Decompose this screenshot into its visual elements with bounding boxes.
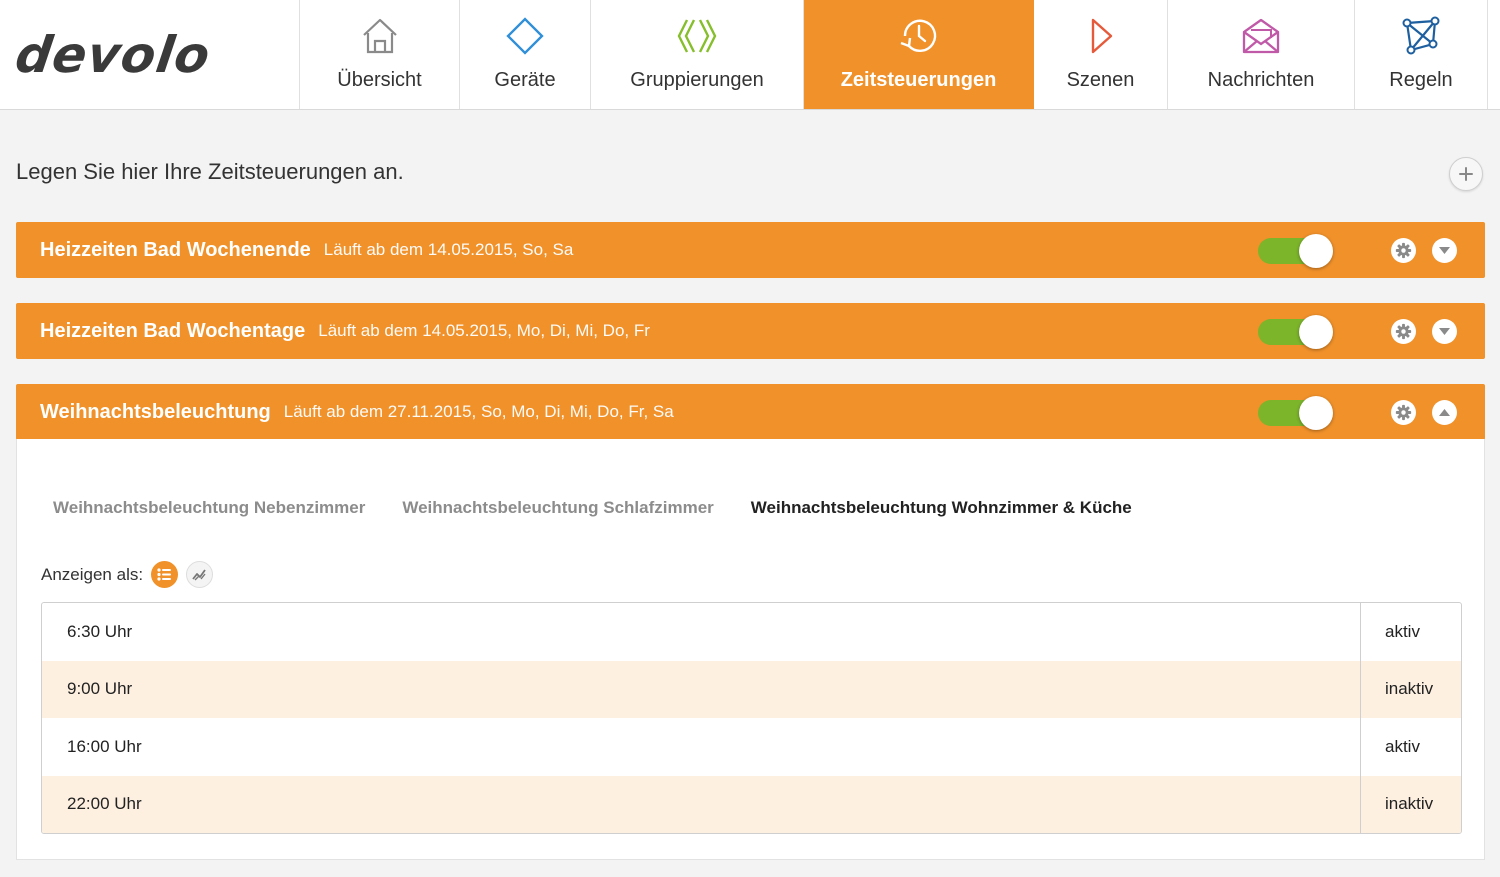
house-icon xyxy=(362,18,397,54)
view-mode-row: Anzeigen als: xyxy=(41,561,214,588)
nav-item-geraete[interactable]: Geräte xyxy=(460,0,591,109)
schedule-toggle[interactable] xyxy=(1258,234,1333,268)
schedule-title: Weihnachtsbeleuchtung xyxy=(40,400,271,423)
schedule-detail-panel: Weihnachtsbeleuchtung Nebenzimmer Weihna… xyxy=(16,439,1485,860)
gear-icon xyxy=(1395,404,1412,421)
play-icon xyxy=(1091,18,1112,54)
envelope-icon xyxy=(1242,18,1280,54)
devolo-logo[interactable]: devolo xyxy=(0,0,300,109)
nav-item-nachrichten[interactable]: Nachrichten xyxy=(1168,0,1355,109)
schedule-meta: Läuft ab dem 14.05.2015, Mo, Di, Mi, Do,… xyxy=(318,321,650,340)
table-row[interactable]: 9:00 Uhr inaktiv xyxy=(42,660,1461,718)
top-navigation-bar: devolo Übersicht Geräte Gruppierungen Ze… xyxy=(0,0,1500,110)
view-mode-label: Anzeigen als: xyxy=(41,564,144,584)
chevron-up-icon xyxy=(1439,409,1450,416)
time-cell: 16:00 Uhr xyxy=(67,736,142,756)
gear-icon xyxy=(1395,323,1412,340)
toggle-knob xyxy=(1299,234,1333,268)
tab-wohnzimmer-kueche[interactable]: Weihnachtsbeleuchtung Wohnzimmer & Küche xyxy=(751,498,1132,518)
line-chart-icon xyxy=(192,569,206,581)
diamond-icon xyxy=(506,17,544,55)
settings-button[interactable] xyxy=(1391,319,1416,344)
settings-button[interactable] xyxy=(1391,238,1416,263)
time-cell: 9:00 Uhr xyxy=(67,679,133,699)
time-cell: 22:00 Uhr xyxy=(67,794,142,814)
chart-view-button[interactable] xyxy=(186,561,214,588)
device-tabs: Weihnachtsbeleuchtung Nebenzimmer Weihna… xyxy=(53,498,1169,518)
clock-icon xyxy=(900,19,936,52)
gear-icon xyxy=(1395,242,1412,259)
main-nav: Übersicht Geräte Gruppierungen Zeitsteue… xyxy=(300,0,1488,109)
toggle-knob xyxy=(1299,396,1333,430)
plus-icon xyxy=(1459,167,1473,181)
network-icon xyxy=(1402,16,1440,55)
expand-button[interactable] xyxy=(1432,238,1457,263)
time-cell: 6:30 Uhr xyxy=(67,621,133,641)
page-intro: Legen Sie hier Ihre Zeitsteuerungen an. xyxy=(16,159,404,184)
schedule-title: Heizzeiten Bad Wochenende xyxy=(40,238,311,261)
schedule-bar[interactable]: Heizzeiten Bad Wochenende Läuft ab dem 1… xyxy=(16,222,1485,278)
collapse-button[interactable] xyxy=(1432,400,1457,425)
table-row[interactable]: 22:00 Uhr inaktiv xyxy=(42,775,1461,833)
chevron-down-icon xyxy=(1439,247,1450,254)
nav-item-zeitsteuerungen[interactable]: Zeitsteuerungen xyxy=(804,0,1034,109)
nav-item-szenen[interactable]: Szenen xyxy=(1034,0,1168,109)
state-cell: inaktiv xyxy=(1360,775,1461,833)
list-icon xyxy=(157,568,172,581)
schedule-bar[interactable]: Weihnachtsbeleuchtung Läuft ab dem 27.11… xyxy=(16,384,1485,440)
schedule-bar[interactable]: Heizzeiten Bad Wochentage Läuft ab dem 1… xyxy=(16,303,1485,359)
settings-button[interactable] xyxy=(1391,400,1416,425)
nav-item-uebersicht[interactable]: Übersicht xyxy=(300,0,460,109)
toggle-knob xyxy=(1299,315,1333,349)
chevron-down-icon xyxy=(1439,328,1450,335)
list-view-button[interactable] xyxy=(151,561,179,588)
table-row[interactable]: 16:00 Uhr aktiv xyxy=(42,718,1461,776)
group-chevrons-icon xyxy=(677,19,717,53)
expand-button[interactable] xyxy=(1432,319,1457,344)
schedule-title: Heizzeiten Bad Wochentage xyxy=(40,319,306,342)
add-schedule-button[interactable] xyxy=(1449,157,1483,191)
tab-nebenzimmer[interactable]: Weihnachtsbeleuchtung Nebenzimmer xyxy=(53,498,365,518)
nav-item-gruppierungen[interactable]: Gruppierungen xyxy=(591,0,804,109)
state-cell: aktiv xyxy=(1360,718,1461,776)
schedule-meta: Läuft ab dem 14.05.2015, So, Sa xyxy=(323,240,574,259)
nav-item-regeln[interactable]: Regeln xyxy=(1355,0,1488,109)
schedule-meta: Läuft ab dem 27.11.2015, So, Mo, Di, Mi,… xyxy=(283,402,674,421)
tab-schlafzimmer[interactable]: Weihnachtsbeleuchtung Schlafzimmer xyxy=(402,498,713,518)
schedule-toggle[interactable] xyxy=(1258,396,1333,430)
state-cell: aktiv xyxy=(1360,603,1461,661)
table-row[interactable]: 6:30 Uhr aktiv xyxy=(42,603,1461,661)
switch-times-table: 6:30 Uhr aktiv 9:00 Uhr inaktiv 16:00 Uh… xyxy=(41,602,1462,834)
state-cell: inaktiv xyxy=(1360,660,1461,718)
logo-text: devolo xyxy=(11,25,215,84)
schedule-toggle[interactable] xyxy=(1258,315,1333,349)
